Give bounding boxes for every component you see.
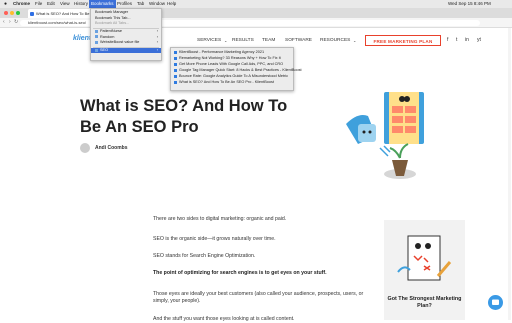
social-icon[interactable]: t <box>456 37 457 43</box>
favicon-icon <box>174 63 177 67</box>
article-paragraph: SEO stands for Search Engine Optimizatio… <box>153 253 256 259</box>
folder-icon <box>95 35 98 38</box>
author-avatar <box>80 143 90 153</box>
chevron-right-icon: › <box>156 40 158 44</box>
bookmark-item[interactable]: Remarketing Not Working? 33 Reasons Why … <box>171 56 293 62</box>
social-icon[interactable]: f <box>447 37 448 43</box>
article-paragraph: Those eyes are ideally your best custome… <box>153 291 364 304</box>
folder-icon <box>95 40 98 44</box>
menubar-clock: Wed Sep 15 8:46 PM <box>448 1 491 6</box>
forward-arrow-icon[interactable]: › <box>9 18 11 27</box>
chevron-down-icon: ⌄ <box>224 38 228 43</box>
author-name[interactable]: Andi Coombs <box>95 145 128 151</box>
menu-profiles[interactable]: Profiles <box>117 0 132 8</box>
nav-services[interactable]: SERVICES <box>197 38 221 43</box>
bookmark-item[interactable]: What is SEO? And How To Be An SEO Pro - … <box>171 80 293 86</box>
bookmarks-menu: Bookmark Manager Bookmark This Tab... Bo… <box>90 8 162 61</box>
nav-team[interactable]: TEAM <box>262 38 275 43</box>
menu-folder-random[interactable]: Random › <box>91 35 161 40</box>
apple-menu-icon[interactable]: ● <box>4 0 7 8</box>
bookmark-item[interactable]: Get More Phone Leads With Google Call Ad… <box>171 62 293 68</box>
chevron-down-icon: ⌄ <box>353 38 357 43</box>
social-icon[interactable]: in <box>465 37 469 43</box>
menu-app-name[interactable]: Chrome <box>13 0 30 8</box>
close-window-icon[interactable] <box>4 11 8 15</box>
article-paragraph-bold: The point of optimizing for search engin… <box>153 270 327 276</box>
back-arrow-icon[interactable]: ‹ <box>3 18 5 27</box>
bookmark-item[interactable]: Google Tag Manager Quick Start: 8 Hacks … <box>171 68 302 74</box>
plan-document-illustration <box>397 235 452 281</box>
hero-illustration <box>346 92 424 179</box>
article-title: What is SEO? And How To Be An SEO Pro <box>80 97 288 136</box>
menu-help[interactable]: Help <box>167 0 176 8</box>
menu-view[interactable]: View <box>60 0 70 8</box>
favicon-icon <box>174 75 177 79</box>
address-text: klientboost.com/seo/what-is-seo/ <box>28 19 87 25</box>
menu-item-bookmark-all-tabs: Bookmark All Tabs... <box>95 21 130 25</box>
menu-window[interactable]: Window <box>149 0 165 8</box>
bookmark-item[interactable]: KlientBoost - Performance Marketing Agen… <box>171 50 293 56</box>
free-marketing-plan-button[interactable]: FREE MARKETING PLAN <box>365 35 441 46</box>
menu-item-bookmark-this-tab[interactable]: Bookmark This Tab... <box>91 16 161 21</box>
mac-menu-bar: ● Chrome File Edit View History Bookmark… <box>0 0 512 8</box>
bookmark-item[interactable]: Bounce Rate: Google Analytics Guide To A… <box>171 74 293 80</box>
tab-title: What is SEO? And How To Be <box>36 11 90 16</box>
chat-icon <box>492 299 499 305</box>
tab-favicon-icon <box>30 11 34 16</box>
nav-results[interactable]: RESULTS <box>232 38 254 43</box>
menu-folder-seo[interactable]: SEO › <box>91 48 161 53</box>
social-icon[interactable]: yt <box>477 37 481 43</box>
menu-bookmarks[interactable]: Bookmarks <box>89 0 116 8</box>
folder-icon <box>95 29 98 33</box>
seo-bookmarks-submenu: KlientBoost - Performance Marketing Agen… <box>170 47 302 91</box>
card-title: Got The Strongest Marketing Plan? <box>387 296 462 309</box>
minimize-window-icon[interactable] <box>10 11 14 15</box>
favicon-icon <box>174 81 177 85</box>
nav-resources[interactable]: RESOURCES <box>320 38 350 43</box>
chevron-right-icon: › <box>156 29 158 33</box>
favicon-icon <box>174 51 177 55</box>
menu-tab[interactable]: Tab <box>137 0 144 8</box>
nav-software[interactable]: SOFTWARE <box>285 38 312 43</box>
site-logo[interactable]: klient <box>73 35 91 47</box>
chat-bubble-icon[interactable] <box>488 295 503 310</box>
favicon-icon <box>174 57 177 61</box>
maximize-window-icon[interactable] <box>16 11 20 15</box>
chevron-right-icon: › <box>156 48 158 52</box>
reload-icon[interactable]: ↻ <box>14 18 18 27</box>
chevron-right-icon: › <box>156 34 158 39</box>
article-paragraph: SEO is the organic side—it grows natural… <box>153 236 276 242</box>
menu-folder-websiteboost[interactable]: WebsiteBoost value file › <box>91 40 161 45</box>
page-scrollbar[interactable] <box>508 28 511 320</box>
favicon-icon <box>174 69 177 73</box>
menu-history[interactable]: History <box>74 0 88 8</box>
menu-folder-patientnurse[interactable]: PatientNurse › <box>91 29 161 34</box>
article-paragraph: There are two sides to digital marketing… <box>153 216 287 222</box>
menu-item-bookmark-manager[interactable]: Bookmark Manager <box>91 10 161 15</box>
address-bar[interactable]: klientboost.com/seo/what-is-seo/ <box>20 19 480 26</box>
menu-edit[interactable]: Edit <box>47 0 55 8</box>
menu-file[interactable]: File <box>35 0 42 8</box>
folder-icon <box>95 48 98 52</box>
